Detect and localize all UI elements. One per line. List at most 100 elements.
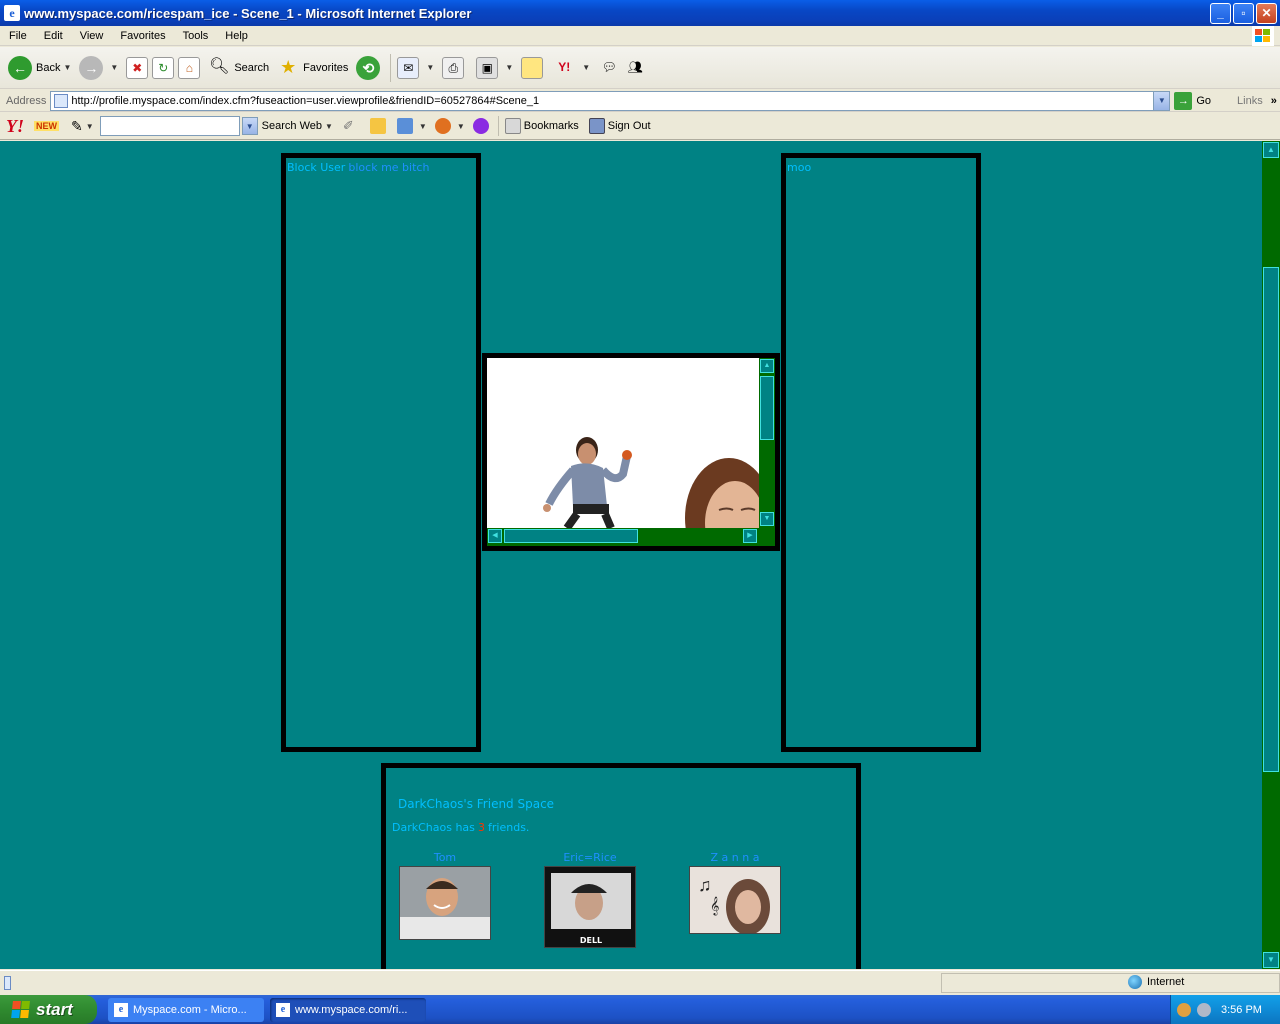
friend-name-link[interactable]: Tom xyxy=(398,851,492,864)
pencil-dropdown-icon[interactable]: ▼ xyxy=(86,122,94,131)
friend-card[interactable]: Tom xyxy=(398,851,492,943)
mail-icon[interactable]: ✉ xyxy=(397,56,420,79)
launchcast-icon[interactable] xyxy=(472,118,489,134)
sign-out-button[interactable]: Sign Out xyxy=(588,118,651,134)
target-dropdown-icon[interactable]: ▼ xyxy=(457,122,465,131)
friend-photo-eric[interactable]: DELL xyxy=(544,866,637,949)
windows-flag-icon xyxy=(11,1000,31,1019)
minimize-button[interactable]: _ xyxy=(1210,2,1231,24)
menu-file[interactable]: File xyxy=(0,30,35,42)
inner-scroll-up-icon[interactable]: ▲ xyxy=(760,359,774,373)
status-page-icon xyxy=(4,976,11,990)
friend-name-link[interactable]: Eric=Rice xyxy=(543,851,637,864)
inner-scroll-down-icon[interactable]: ▼ xyxy=(760,512,774,526)
home-icon[interactable]: ⌂ xyxy=(178,56,201,79)
friend-card[interactable]: Z a n n a ♫ 𝄞 xyxy=(688,851,782,937)
block-user-link[interactable]: block me bitch xyxy=(348,161,429,174)
taskbar-item-active[interactable]: e www.myspace.com/ri... xyxy=(270,998,426,1022)
menu-view[interactable]: View xyxy=(71,30,112,42)
antispy-icon[interactable] xyxy=(369,118,386,134)
inner-hscroll-thumb[interactable] xyxy=(504,529,638,543)
print-icon[interactable]: ⎙ xyxy=(442,56,465,79)
friend-card[interactable]: Eric=Rice DELL xyxy=(543,851,637,951)
scroll-up-icon[interactable]: ▲ xyxy=(1263,142,1279,158)
page-icon xyxy=(54,93,69,108)
history-icon[interactable]: ⟲ xyxy=(356,55,381,80)
new-badge[interactable]: NEW xyxy=(34,121,59,131)
menu-help[interactable]: Help xyxy=(216,30,256,42)
inner-scroll-right-icon[interactable]: ▶ xyxy=(743,529,757,543)
close-button[interactable]: ✕ xyxy=(1256,2,1277,24)
edit-dropdown-icon[interactable]: ▼ xyxy=(505,63,513,72)
back-button[interactable]: ← Back ▼ xyxy=(8,55,71,80)
clock: 3:56 PM xyxy=(1221,1003,1262,1016)
back-dropdown-icon[interactable]: ▼ xyxy=(63,63,71,72)
address-dropdown-icon[interactable]: ▼ xyxy=(1153,91,1170,110)
links-label[interactable]: Links xyxy=(1237,95,1263,107)
popup-blocker-icon[interactable] xyxy=(396,118,413,134)
mail-dropdown-icon[interactable]: ▼ xyxy=(426,63,434,72)
address-url[interactable]: http://profile.myspace.com/index.cfm?fus… xyxy=(71,95,1153,107)
address-field[interactable]: http://profile.myspace.com/index.cfm?fus… xyxy=(50,90,1171,111)
ie-task-icon: e xyxy=(114,1003,128,1017)
scroll-down-icon[interactable]: ▼ xyxy=(1263,952,1279,968)
page-vertical-scrollbar[interactable]: ▲ ▼ xyxy=(1262,141,1280,969)
messenger-people-icon[interactable]: 👥︎ xyxy=(624,57,646,79)
taskbar: start e Myspace.com - Micro... e www.mys… xyxy=(0,995,1280,1024)
edit-icon[interactable]: ▣ xyxy=(476,56,499,79)
friend-photo-zanna[interactable]: ♫ 𝄞 xyxy=(689,866,782,935)
block-user-label: Block User xyxy=(287,161,346,174)
inner-scroll-left-icon[interactable]: ◀ xyxy=(488,529,502,543)
inner-vscroll-thumb[interactable] xyxy=(760,376,774,440)
page-scroll-thumb[interactable] xyxy=(1263,267,1279,772)
popup-dropdown-icon[interactable]: ▼ xyxy=(419,122,427,131)
sign-out-label: Sign Out xyxy=(607,120,651,132)
yahoo-logo[interactable]: Y! xyxy=(6,116,24,137)
inner-horizontal-scrollbar[interactable]: ◀ ▶ xyxy=(487,528,759,546)
friend-photo-tom[interactable] xyxy=(399,866,492,941)
favorites-button[interactable]: ★ Favorites xyxy=(277,57,348,79)
yahoo-search-input[interactable] xyxy=(99,116,240,136)
search-button[interactable]: 🔍︎ Search xyxy=(208,57,269,79)
go-button[interactable]: → Go xyxy=(1174,91,1211,110)
tray-volume-icon[interactable] xyxy=(1197,1002,1211,1017)
yahoo-dropdown-icon[interactable]: ▼ xyxy=(582,63,590,72)
search-web-dropdown-icon[interactable]: ▼ xyxy=(325,122,333,131)
menu-favorites[interactable]: Favorites xyxy=(111,30,173,42)
note-icon[interactable] xyxy=(521,56,544,79)
search-web-button[interactable]: Search Web ▼ xyxy=(262,120,333,132)
search-label: Search xyxy=(234,61,270,74)
friend-count: 3 xyxy=(477,821,485,834)
inner-vertical-scrollbar[interactable]: ▲ ▼ xyxy=(759,358,775,528)
tray-arrow-icon[interactable] xyxy=(1177,1002,1191,1017)
security-zone[interactable]: Internet xyxy=(1128,975,1184,989)
stop-icon[interactable]: ✖ xyxy=(126,56,149,79)
target-icon[interactable] xyxy=(434,118,451,134)
yahoo-icon[interactable]: Y! xyxy=(553,57,575,79)
forward-button[interactable]: → ▼ xyxy=(79,55,118,80)
messenger-bubble-icon[interactable]: 💬︎ xyxy=(598,57,620,79)
go-arrow-icon: → xyxy=(1174,91,1193,110)
bookmarks-button[interactable]: Bookmarks xyxy=(504,118,579,134)
address-bar: Address http://profile.myspace.com/index… xyxy=(0,90,1280,112)
back-arrow-icon: ← xyxy=(8,55,32,80)
refresh-icon[interactable]: ↻ xyxy=(152,56,175,79)
menu-edit[interactable]: Edit xyxy=(35,30,71,42)
svg-text:DELL: DELL xyxy=(580,936,602,945)
highlight-pen-icon[interactable]: ✐ xyxy=(343,118,359,134)
friend-name-link[interactable]: Z a n n a xyxy=(688,851,782,864)
friend-count-prefix: DarkChaos has xyxy=(392,821,475,834)
yahoo-search-dropdown-icon[interactable]: ▼ xyxy=(241,117,258,135)
forward-dropdown-icon[interactable]: ▼ xyxy=(110,63,118,72)
chevron-right-icon[interactable]: » xyxy=(1271,95,1277,107)
start-button[interactable]: start xyxy=(0,995,97,1024)
address-label: Address xyxy=(6,94,47,107)
pencil-icon[interactable]: ✎ xyxy=(71,118,83,135)
center-scroll-frame[interactable]: ▲ ▼ ◀ ▶ xyxy=(482,353,780,551)
taskbar-item-myspace[interactable]: e Myspace.com - Micro... xyxy=(108,998,264,1022)
menu-bar: File Edit View Favorites Tools Help xyxy=(0,26,1280,46)
menu-tools[interactable]: Tools xyxy=(174,30,217,42)
back-label: Back xyxy=(36,61,61,74)
maximize-button[interactable]: ▫ xyxy=(1233,2,1254,24)
ie-icon: e xyxy=(4,5,20,21)
